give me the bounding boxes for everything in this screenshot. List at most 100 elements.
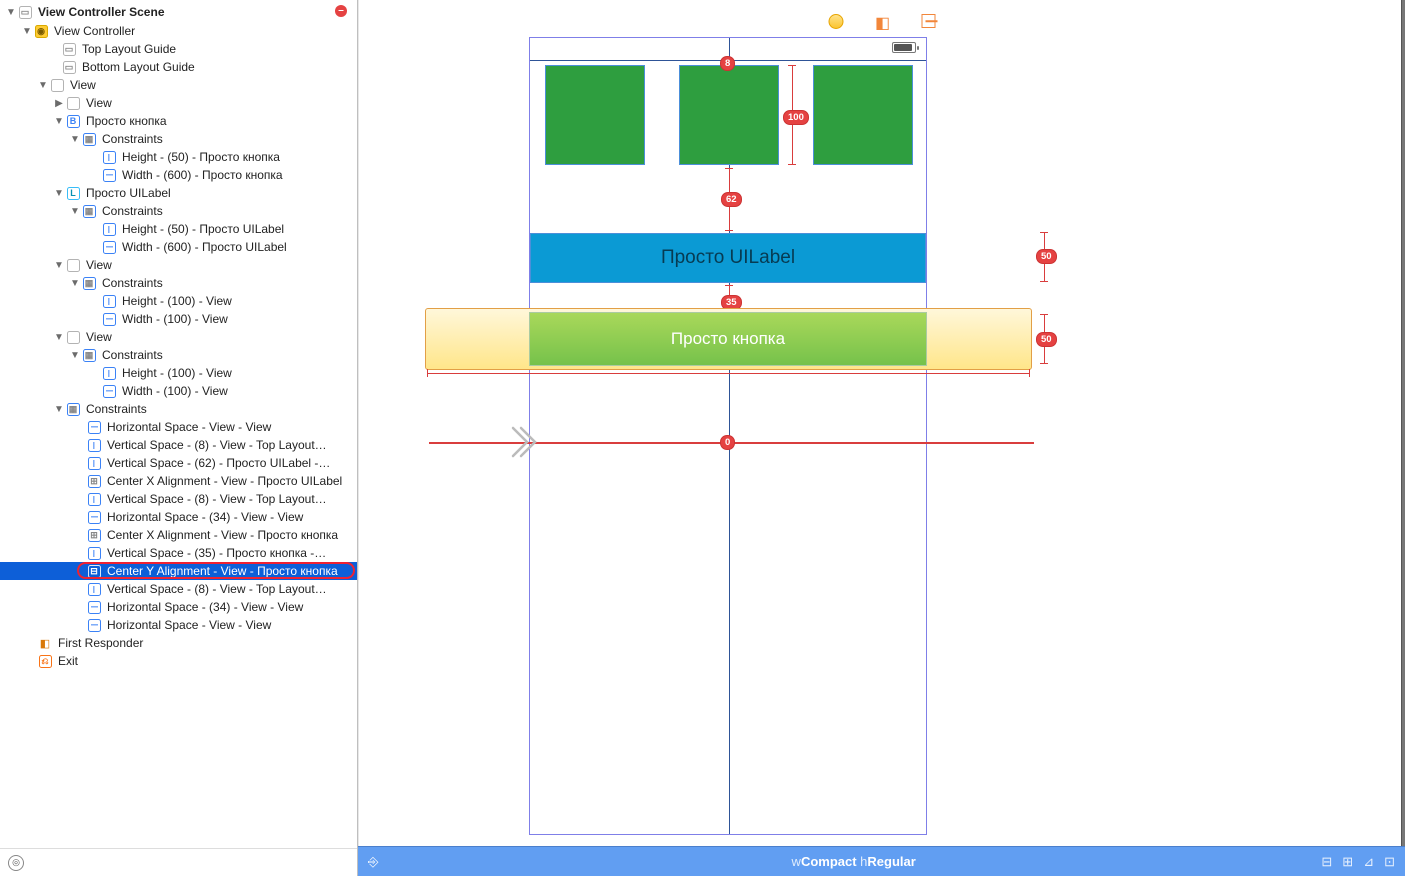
button-text: Просто кнопка — [671, 329, 785, 349]
outline-item-viewcontroller[interactable]: ◉ View Controller — [0, 22, 357, 40]
disclosure-icon[interactable] — [70, 134, 80, 145]
outline-constraint[interactable]: Vertical Space - (8) - View - Top Layout… — [0, 490, 357, 508]
disclosure-icon[interactable] — [22, 26, 32, 37]
outline-constraint[interactable]: Height - (50) - Просто кнопка — [0, 148, 357, 166]
outline-constraint[interactable]: Horizontal Space - (34) - View - View — [0, 508, 357, 526]
outline-item-view3[interactable]: View — [0, 256, 357, 274]
outline-constraint[interactable]: Vertical Space - (35) - Просто кнопка -… — [0, 544, 357, 562]
constraint-vspace-icon — [87, 438, 101, 452]
disclosure-icon[interactable] — [54, 404, 64, 415]
outline-item-constraints[interactable]: ▦ Constraints — [0, 274, 357, 292]
constraint-vspace-icon — [87, 456, 101, 470]
panel-toggle-icon[interactable]: ⎆ — [368, 854, 386, 870]
outline-constraint[interactable]: Horizontal Space - (34) - View - View — [0, 598, 357, 616]
outline-item-bottom-guide[interactable]: ▭ Bottom Layout Guide — [0, 58, 357, 76]
outline-item-first-responder[interactable]: ◧ First Responder — [0, 634, 357, 652]
constraint-vspace-icon — [87, 492, 101, 506]
constraint-handle-icon — [509, 424, 537, 460]
label: Width - (600) - Просто кнопка — [118, 168, 283, 182]
outline-item-constraints[interactable]: ▦ Constraints — [0, 130, 357, 148]
uilabel-element[interactable]: Просто UILabel — [530, 233, 926, 283]
disclosure-icon[interactable] — [70, 278, 80, 289]
constraint-width-icon — [102, 168, 116, 182]
label: Horizontal Space - (34) - View - View — [103, 600, 303, 614]
outline-constraint[interactable]: Width - (100) - View — [0, 310, 357, 328]
outline-item-top-guide[interactable]: ▭ Top Layout Guide — [0, 40, 357, 58]
outline-item-constraints-main[interactable]: ▦ Constraints — [0, 400, 357, 418]
pin-button[interactable]: ⊞ — [1342, 854, 1353, 870]
filter-icon[interactable]: ◎ — [8, 855, 24, 871]
button-element[interactable]: Просто кнопка — [529, 312, 927, 366]
resolve-button[interactable]: ⊿ — [1363, 854, 1374, 870]
outline-constraint[interactable]: Vertical Space - (8) - View - Top Layout… — [0, 580, 357, 598]
disclosure-icon[interactable] — [54, 98, 64, 109]
viewcontroller-indicator-icon[interactable] — [829, 14, 844, 29]
align-button[interactable]: ⊟ — [1321, 854, 1332, 870]
outline-constraint[interactable]: ⊞Center X Alignment - View - Просто кноп… — [0, 526, 357, 544]
constraint-hspace-icon — [87, 618, 101, 632]
disclosure-icon[interactable] — [54, 332, 64, 343]
constraint-badge-50: 50 — [1036, 249, 1057, 264]
label: Vertical Space - (8) - View - Top Layout… — [103, 492, 327, 506]
outline-constraint[interactable]: Width - (600) - Просто UILabel — [0, 238, 357, 256]
outline-item-constraints[interactable]: ▦ Constraints — [0, 202, 357, 220]
autolayout-buttons: ⊟ ⊞ ⊿ ⊡ — [1321, 854, 1395, 870]
outline-constraint[interactable]: Horizontal Space - View - View — [0, 616, 357, 634]
outline-item-view4[interactable]: View — [0, 328, 357, 346]
outline-item-exit[interactable]: ⎌ Exit — [0, 652, 357, 670]
outline-list[interactable]: ▭ View Controller Scene – ◉ View Control… — [0, 0, 357, 848]
disclosure-icon[interactable] — [54, 188, 64, 199]
constraint-cap — [1029, 369, 1030, 377]
h-prefix: h — [857, 854, 868, 869]
green-view-3[interactable] — [813, 65, 913, 165]
label: Height - (100) - View — [118, 294, 232, 308]
canvas[interactable]: ◧ 8 100 62 — [358, 0, 1405, 876]
disclosure-icon[interactable] — [70, 206, 80, 217]
label: Top Layout Guide — [78, 42, 176, 56]
outline-constraint[interactable]: Width - (100) - View — [0, 382, 357, 400]
outline-constraint[interactable]: Height - (50) - Просто UILabel — [0, 220, 357, 238]
constraint-cap — [1040, 281, 1048, 282]
outline-constraint[interactable]: ⊞Center X Alignment - View - Просто UILa… — [0, 472, 357, 490]
scene-header[interactable]: ▭ View Controller Scene – — [0, 2, 357, 22]
first-responder-indicator-icon[interactable]: ◧ — [874, 14, 892, 32]
disclosure-icon[interactable] — [38, 80, 48, 91]
outline-item-label[interactable]: L Просто UILabel — [0, 184, 357, 202]
disclosure-icon[interactable] — [54, 260, 64, 271]
constraint-height-icon — [102, 294, 116, 308]
disclosure-icon[interactable] — [70, 350, 80, 361]
close-icon[interactable]: – — [335, 5, 347, 17]
size-class-bar[interactable]: ⎆ wCompact hRegular ⊟ ⊞ ⊿ ⊡ — [358, 846, 1405, 876]
constraint-centerx-icon: ⊞ — [87, 474, 101, 488]
constraint-cap — [1040, 363, 1048, 364]
outline-constraint[interactable]: Vertical Space - (62) - Просто UILabel -… — [0, 454, 357, 472]
constraint-height-icon — [102, 150, 116, 164]
label: Width - (600) - Просто UILabel — [118, 240, 287, 254]
resize-button[interactable]: ⊡ — [1384, 854, 1395, 870]
outline-constraint[interactable]: Height - (100) - View — [0, 292, 357, 310]
outline-item-view[interactable]: View — [0, 76, 357, 94]
w-value: Compact — [801, 854, 857, 869]
label: First Responder — [54, 636, 143, 650]
constraint-cap — [1040, 314, 1048, 315]
label: Constraints — [98, 204, 163, 218]
outline-item-constraints[interactable]: ▦ Constraints — [0, 346, 357, 364]
outline-constraint[interactable]: Height - (100) - View — [0, 364, 357, 382]
disclosure-icon[interactable] — [6, 7, 16, 18]
size-class-label[interactable]: wCompact hRegular — [386, 854, 1321, 869]
disclosure-icon[interactable] — [54, 116, 64, 127]
exit-indicator-icon[interactable] — [922, 14, 936, 28]
outline-item-button[interactable]: B Просто кнопка — [0, 112, 357, 130]
outline-constraint[interactable]: Vertical Space - (8) - View - Top Layout… — [0, 436, 357, 454]
outline-constraint[interactable]: Width - (600) - Просто кнопка — [0, 166, 357, 184]
outline-constraint-selected[interactable]: ⊟Center Y Alignment - View - Просто кноп… — [0, 562, 357, 580]
outline-item-subview[interactable]: View — [0, 94, 357, 112]
label: Width - (100) - View — [118, 384, 228, 398]
green-view-2[interactable] — [679, 65, 779, 165]
label: Height - (100) - View — [118, 366, 232, 380]
green-view-1[interactable] — [545, 65, 645, 165]
battery-icon — [892, 42, 916, 53]
constraint-vspace-icon — [87, 546, 101, 560]
outline-constraint[interactable]: Horizontal Space - View - View — [0, 418, 357, 436]
label: View — [82, 330, 112, 344]
